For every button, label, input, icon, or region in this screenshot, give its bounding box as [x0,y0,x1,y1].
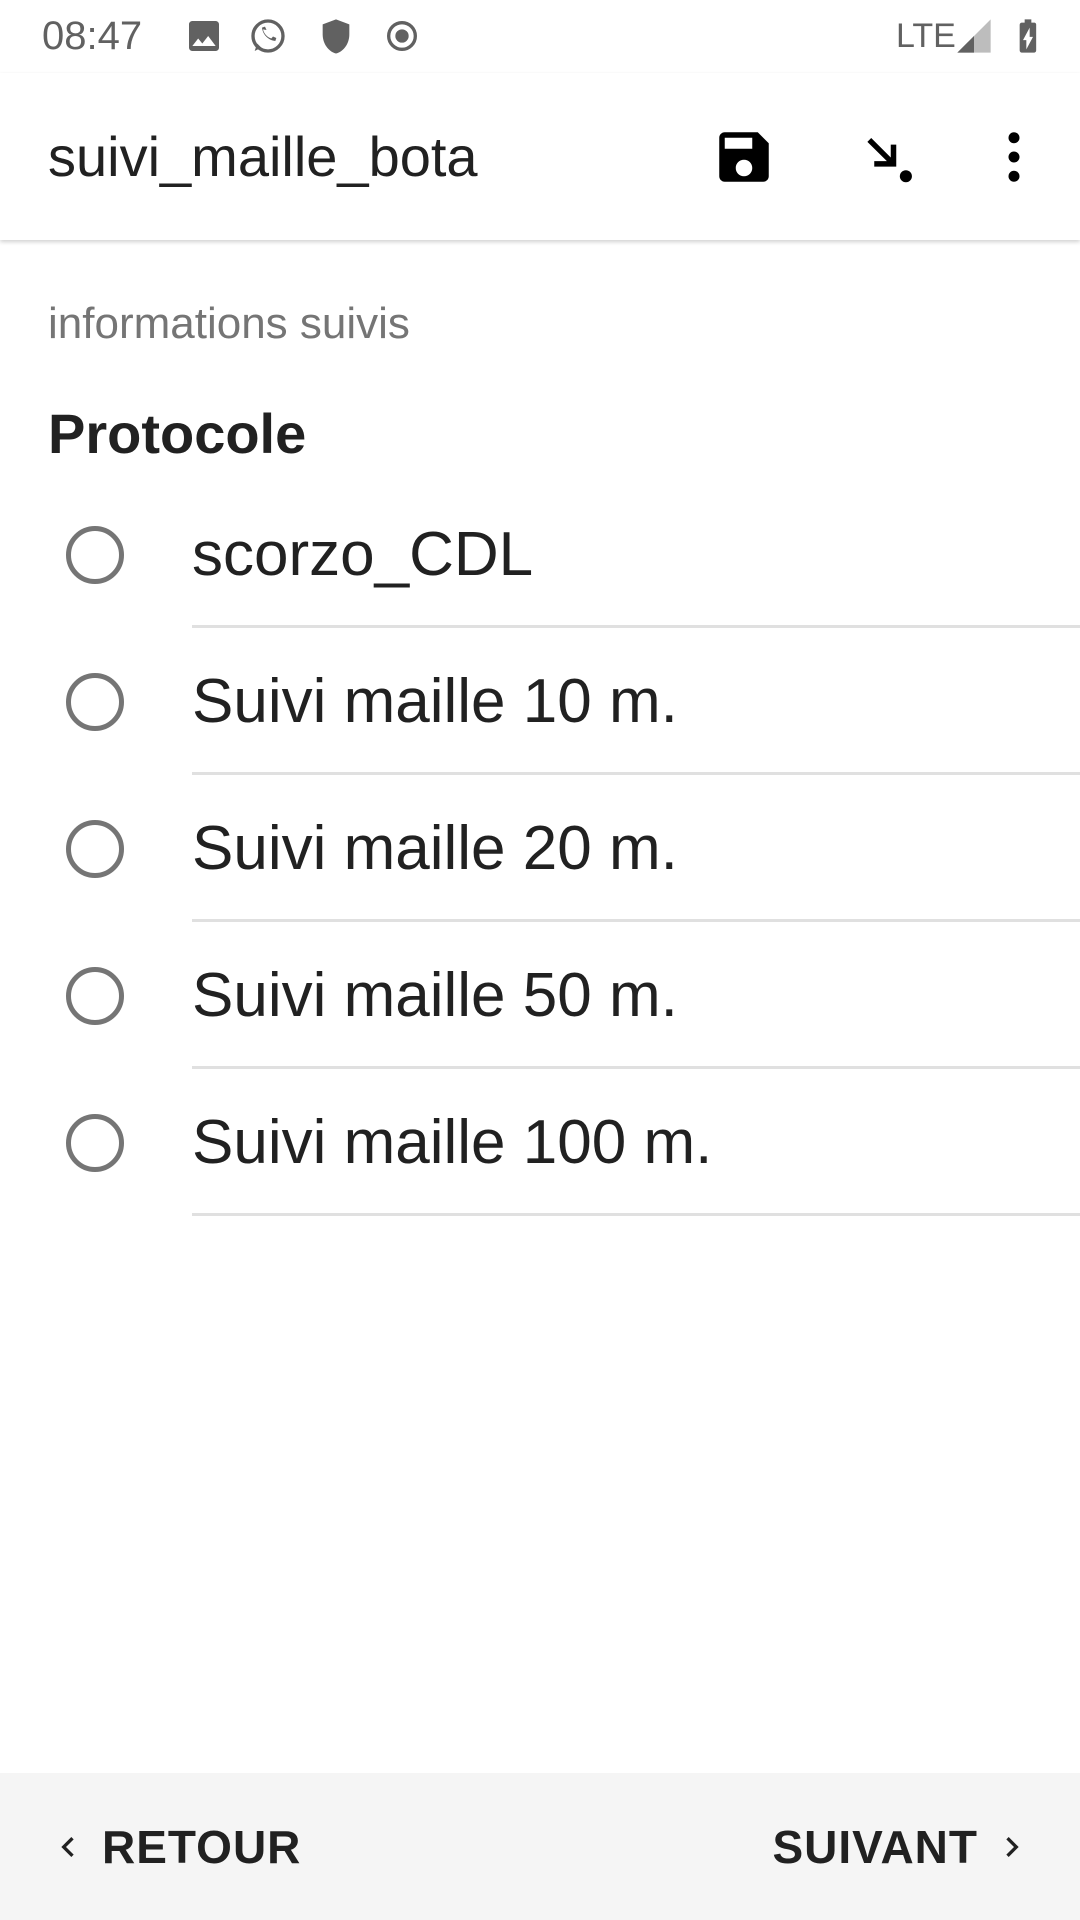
back-button[interactable]: RETOUR [48,1813,301,1881]
signal-icon [954,16,994,56]
save-button[interactable] [700,113,788,201]
section-label: informations suivis [48,299,410,348]
shield-icon [316,16,356,56]
radio-button[interactable] [66,1114,124,1172]
next-label: SUIVANT [772,1821,978,1873]
chevron-right-icon [1006,1837,1019,1857]
app-bar: suivi_maille_bota [0,73,1080,240]
divider [192,625,1080,628]
radio-option-label: Suivi maille 100 m. [192,1108,713,1177]
page-title: suivi_maille_bota [48,125,478,188]
next-button[interactable]: SUIVANT [773,1813,1033,1881]
radio-button[interactable] [66,673,124,731]
whatsapp-icon [248,16,288,56]
image-icon [184,16,224,56]
question-title: Protocole [48,402,307,465]
radio-option-10m[interactable]: Suivi maille 10 m. [0,647,1080,794]
radio-option-100m[interactable]: Suivi maille 100 m. [0,1088,1080,1235]
chevron-left-icon [61,1837,74,1857]
radio-option-20m[interactable]: Suivi maille 20 m. [0,794,1080,941]
radio-option-scorzo-cdl[interactable]: scorzo_CDL [0,500,1080,647]
radio-option-label: scorzo_CDL [192,520,534,589]
radio-option-50m[interactable]: Suivi maille 50 m. [0,941,1080,1088]
radio-group: scorzo_CDL Suivi maille 10 m. Suivi mail… [0,500,1080,1235]
radio-button[interactable] [66,967,124,1025]
network-type: LTE [896,17,956,55]
radio-option-label: Suivi maille 10 m. [192,667,678,736]
more-vert-icon [1008,132,1020,182]
record-icon [382,16,422,56]
status-bar: 08:47 LTE [0,0,1080,73]
radio-button[interactable] [66,526,124,584]
divider [192,1213,1080,1216]
go-to-icon [867,138,912,183]
save-icon [719,132,769,182]
go-to-button[interactable] [844,113,932,201]
back-label: RETOUR [102,1821,302,1873]
divider [192,919,1080,922]
status-time: 08:47 [42,14,143,58]
radio-option-label: Suivi maille 50 m. [192,961,678,1030]
radio-button[interactable] [66,820,124,878]
radio-option-label: Suivi maille 20 m. [192,814,678,883]
divider [192,772,1080,775]
bottom-navigation: RETOUR SUIVANT [0,1773,1080,1920]
divider [192,1066,1080,1069]
more-options-button[interactable] [970,113,1058,201]
battery-charging-icon [1008,16,1048,56]
